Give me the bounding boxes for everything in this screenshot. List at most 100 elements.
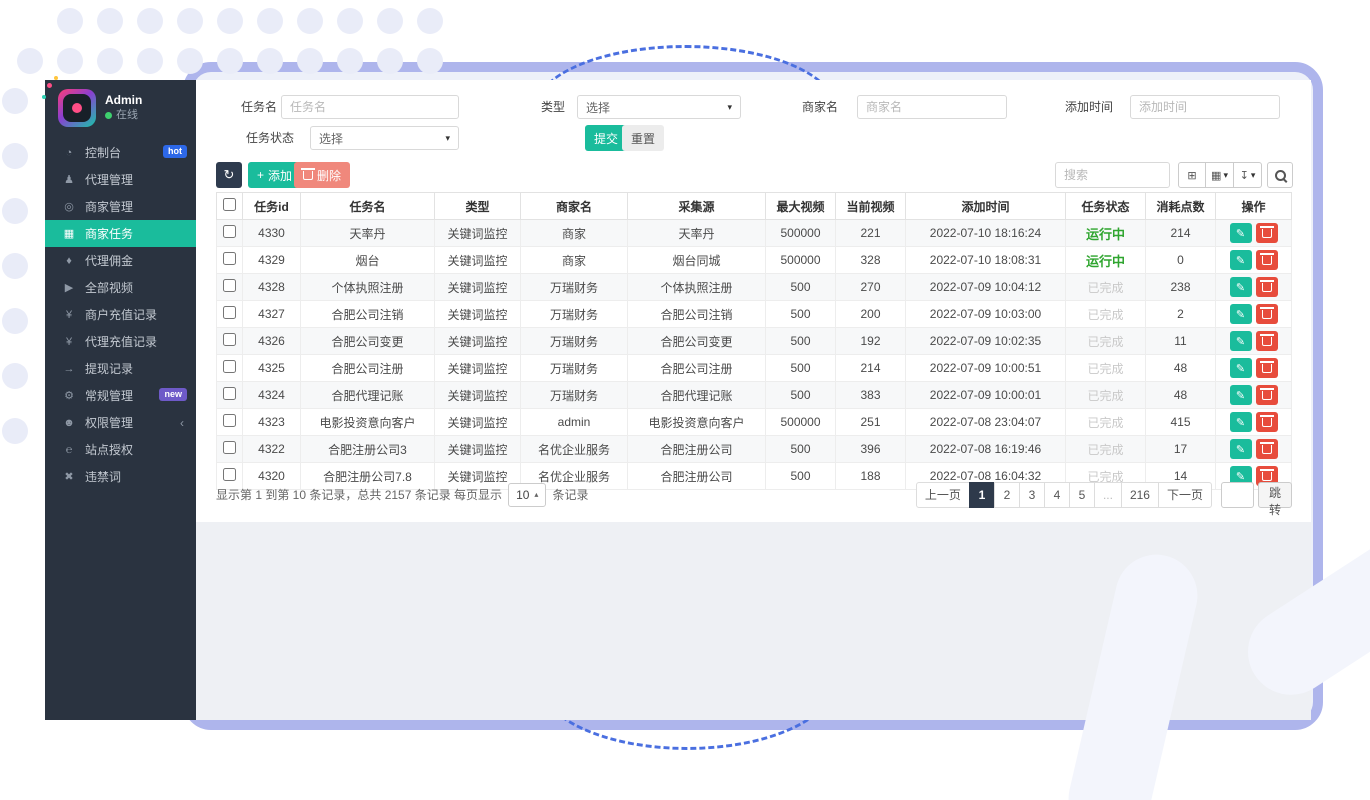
cell-operations: ✎: [1216, 301, 1292, 328]
refresh-button[interactable]: ↻: [216, 162, 242, 188]
page-button-1[interactable]: 1: [969, 482, 995, 508]
row-delete-button[interactable]: [1256, 250, 1278, 270]
edit-button[interactable]: ✎: [1230, 223, 1252, 243]
online-dot-icon: [105, 112, 112, 119]
toggle-pagination-button[interactable]: ⊞: [1178, 162, 1206, 188]
sidebar-item-merchant-recharge-records[interactable]: ¥商户充值记录: [45, 301, 196, 328]
row-checkbox[interactable]: [223, 333, 236, 346]
merchant-name-input[interactable]: [857, 95, 1007, 119]
task-name-input[interactable]: [281, 95, 459, 119]
row-delete-button[interactable]: [1256, 277, 1278, 297]
row-delete-button[interactable]: [1256, 439, 1278, 459]
row-checkbox[interactable]: [223, 441, 236, 454]
sidebar-item-site-auth[interactable]: ℮站点授权: [45, 436, 196, 463]
page-button-3[interactable]: 3: [1019, 482, 1045, 508]
edit-button[interactable]: ✎: [1230, 385, 1252, 405]
search-input[interactable]: [1055, 162, 1170, 188]
add-time-input[interactable]: [1130, 95, 1280, 119]
page-button-4[interactable]: 4: [1044, 482, 1070, 508]
page-button-5[interactable]: 5: [1069, 482, 1095, 508]
task-status-select[interactable]: 选择 ▾: [310, 126, 459, 150]
cell-id: 4323: [243, 409, 301, 436]
arrow-out-icon: →: [62, 363, 76, 375]
page-button-216[interactable]: 216: [1121, 482, 1159, 508]
type-select[interactable]: 选择 ▾: [577, 95, 741, 119]
row-delete-button[interactable]: [1256, 385, 1278, 405]
edit-button[interactable]: ✎: [1230, 277, 1252, 297]
jump-page-input[interactable]: [1221, 482, 1254, 508]
decor-dot: [57, 8, 83, 34]
decor-dot: [257, 48, 283, 74]
cell-max: 500: [766, 382, 836, 409]
sidebar-item-general-manage[interactable]: ⚙常规管理new: [45, 382, 196, 409]
avatar[interactable]: [58, 89, 96, 127]
delete-button[interactable]: 删除: [294, 162, 350, 188]
sidebar-item-label: 控制台: [85, 144, 121, 161]
decor-dot: [2, 88, 28, 114]
sidebar-item-permission-manage[interactable]: ☻权限管理‹: [45, 409, 196, 436]
row-checkbox[interactable]: [223, 468, 236, 481]
jump-button[interactable]: 跳转: [1258, 482, 1292, 508]
row-delete-button[interactable]: [1256, 412, 1278, 432]
cell-current: 383: [836, 382, 906, 409]
cell-id: 4329: [243, 247, 301, 274]
cell-current: 328: [836, 247, 906, 274]
cell-operations: ✎: [1216, 409, 1292, 436]
row-checkbox-cell: [217, 247, 243, 274]
edit-button[interactable]: ✎: [1230, 358, 1252, 378]
row-delete-button[interactable]: [1256, 304, 1278, 324]
gem-icon: ♦: [62, 255, 76, 267]
sidebar-item-merchant-manage[interactable]: ◎商家管理: [45, 193, 196, 220]
sidebar-item-withdraw-records[interactable]: →提现记录: [45, 355, 196, 382]
cell-max: 500: [766, 436, 836, 463]
cell-type: 关键词监控: [435, 220, 521, 247]
pencil-icon: ✎: [1236, 416, 1245, 429]
cell-name: 合肥注册公司3: [301, 436, 435, 463]
row-delete-button[interactable]: [1256, 331, 1278, 351]
row-checkbox[interactable]: [223, 225, 236, 238]
reset-button[interactable]: 重置: [622, 125, 664, 151]
row-checkbox[interactable]: [223, 414, 236, 427]
prev-page-button[interactable]: 上一页: [916, 482, 970, 508]
row-checkbox[interactable]: [223, 360, 236, 373]
page-size-select[interactable]: 10 ▴: [508, 483, 546, 507]
row-checkbox[interactable]: [223, 252, 236, 265]
edit-button[interactable]: ✎: [1230, 250, 1252, 270]
next-page-button[interactable]: 下一页: [1158, 482, 1212, 508]
sidebar-item-agent-manage[interactable]: ♟代理管理: [45, 166, 196, 193]
cell-id: 4322: [243, 436, 301, 463]
sidebar-item-agent-commission[interactable]: ♦代理佣金: [45, 247, 196, 274]
export-button[interactable]: ↧▾: [1234, 162, 1262, 188]
cell-current: 396: [836, 436, 906, 463]
column-header: 任务状态: [1066, 193, 1146, 220]
pencil-icon: ✎: [1236, 443, 1245, 456]
columns-button[interactable]: ▦▾: [1206, 162, 1234, 188]
cell-source: 烟台同城: [628, 247, 766, 274]
sidebar-item-merchant-tasks[interactable]: ▦商家任务: [45, 220, 196, 247]
submit-button[interactable]: 提交: [585, 125, 627, 151]
sidebar-item-agent-recharge-records[interactable]: ¥代理充值记录: [45, 328, 196, 355]
row-checkbox[interactable]: [223, 279, 236, 292]
edit-button[interactable]: ✎: [1230, 412, 1252, 432]
search-button[interactable]: [1267, 162, 1293, 188]
yen-icon: ¥: [62, 309, 76, 321]
cell-type: 关键词监控: [435, 436, 521, 463]
pencil-icon: ✎: [1236, 254, 1245, 267]
cell-points: 48: [1146, 382, 1216, 409]
sidebar-item-dashboard[interactable]: ◔控制台hot: [45, 139, 196, 166]
cell-points: 11: [1146, 328, 1216, 355]
sidebar-item-all-videos[interactable]: ▶全部视频: [45, 274, 196, 301]
page-button-2[interactable]: 2: [994, 482, 1020, 508]
edit-button[interactable]: ✎: [1230, 439, 1252, 459]
select-all-checkbox[interactable]: [223, 198, 236, 211]
edit-button[interactable]: ✎: [1230, 304, 1252, 324]
row-checkbox[interactable]: [223, 306, 236, 319]
row-delete-button[interactable]: [1256, 223, 1278, 243]
cell-merchant: 万瑞财务: [521, 328, 628, 355]
edit-button[interactable]: ✎: [1230, 331, 1252, 351]
cell-merchant: 名优企业服务: [521, 436, 628, 463]
row-delete-button[interactable]: [1256, 358, 1278, 378]
chevron-down-icon: ▾: [727, 102, 732, 113]
sidebar-item-banned-words[interactable]: ✖违禁词: [45, 463, 196, 490]
row-checkbox[interactable]: [223, 387, 236, 400]
